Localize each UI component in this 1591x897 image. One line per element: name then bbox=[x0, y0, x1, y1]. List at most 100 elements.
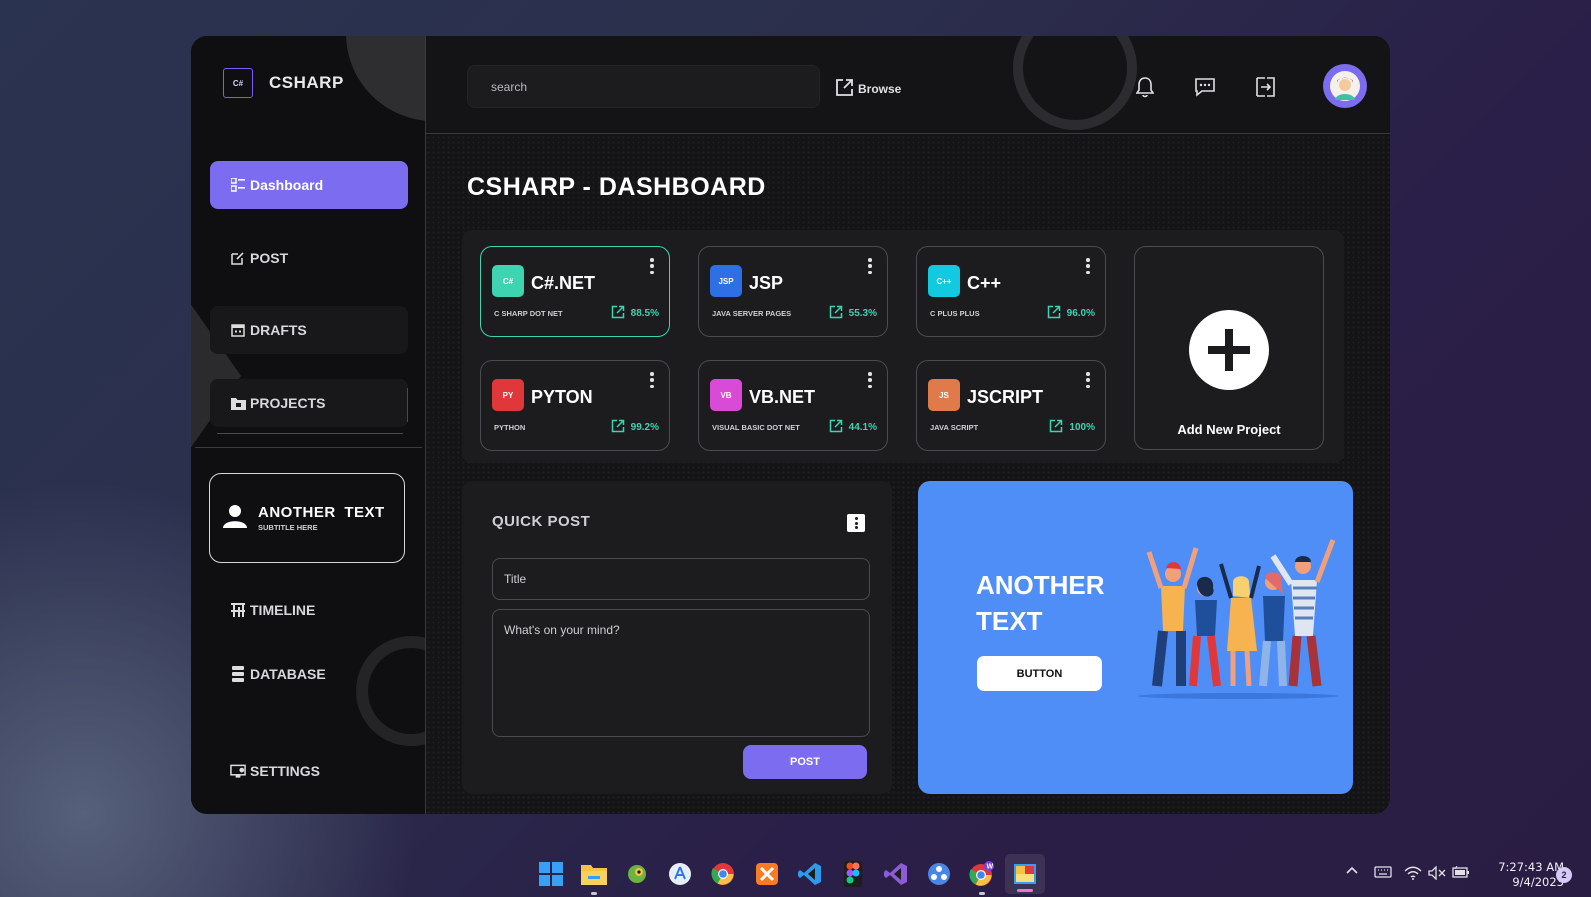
profile-card[interactable]: ANOTHER TEXT SUBTITLE HERE bbox=[209, 473, 405, 563]
project-badge: JS bbox=[928, 379, 960, 411]
figma-icon[interactable] bbox=[839, 860, 867, 888]
promo-title: ANOTHER TEXT bbox=[976, 570, 1105, 636]
more-menu-icon[interactable] bbox=[649, 258, 655, 274]
clock-date: 9/4/2023 bbox=[1512, 875, 1564, 889]
sidebar-item-database[interactable]: DATABASE bbox=[210, 650, 408, 698]
external-link-icon bbox=[1047, 305, 1061, 322]
project-card[interactable]: JS JSCRIPT JAVA SCRIPT 100% bbox=[916, 360, 1106, 451]
progress-value: 96.0% bbox=[1066, 308, 1095, 319]
top-bar: Browse bbox=[426, 36, 1390, 134]
chevron-up-icon[interactable] bbox=[1346, 866, 1358, 874]
plus-icon[interactable] bbox=[1189, 310, 1269, 390]
chrome-profile-icon[interactable]: W bbox=[968, 860, 996, 895]
logo-badge: C# bbox=[223, 68, 253, 98]
app-window: C# CSHARP Dashboard POST DRAFTS PROJECTS… bbox=[191, 36, 1390, 814]
edit-icon bbox=[230, 250, 246, 266]
project-card[interactable]: JSP JSP JAVA SERVER PAGES 55.3% bbox=[698, 246, 888, 337]
image-viewer-icon[interactable] bbox=[1005, 854, 1045, 894]
taskbar: W 7:27:43 AM 9/4/2023 2 bbox=[0, 851, 1591, 897]
sidebar-item-drafts[interactable]: DRAFTS bbox=[210, 306, 408, 354]
chat-icon[interactable] bbox=[1193, 75, 1217, 99]
xampp-icon[interactable] bbox=[753, 860, 781, 888]
profile-title: ANOTHER TEXT bbox=[258, 504, 385, 521]
project-badge: C++ bbox=[928, 265, 960, 297]
project-progress: 99.2% bbox=[611, 419, 659, 436]
sidebar-item-timeline[interactable]: TIMELINE bbox=[210, 586, 408, 634]
file-explorer-icon[interactable] bbox=[580, 860, 608, 895]
project-badge: JSP bbox=[710, 265, 742, 297]
project-desc: JAVA SCRIPT bbox=[930, 423, 979, 432]
sidebar-item-post[interactable]: POST bbox=[210, 234, 408, 282]
promo-banner: ANOTHER TEXT BUTTON bbox=[918, 481, 1353, 794]
project-name: JSP bbox=[749, 273, 784, 293]
folder-icon bbox=[230, 395, 246, 411]
project-name: C++ bbox=[967, 273, 1002, 293]
project-desc: JAVA SERVER PAGES bbox=[712, 309, 792, 318]
chrome-icon[interactable] bbox=[709, 860, 737, 888]
network-app-icon[interactable] bbox=[925, 860, 953, 888]
add-project-card[interactable]: Add New Project bbox=[1134, 246, 1324, 450]
more-menu-icon[interactable] bbox=[847, 514, 865, 532]
project-progress: 44.1% bbox=[829, 419, 877, 436]
vscode-icon[interactable] bbox=[796, 860, 824, 888]
sidebar-item-projects[interactable]: PROJECTS bbox=[210, 379, 408, 427]
bell-icon[interactable] bbox=[1133, 75, 1157, 99]
project-card[interactable]: PY PYTON PYTHON 99.2% bbox=[480, 360, 670, 451]
project-name: PYTON bbox=[531, 387, 593, 407]
project-name: VB.NET bbox=[749, 387, 816, 407]
avatar[interactable] bbox=[1323, 64, 1367, 108]
main-content: CSHARP - DASHBOARD C# C#.NET C SHARP DOT… bbox=[426, 135, 1390, 814]
search-box[interactable] bbox=[467, 65, 820, 108]
search-input[interactable] bbox=[468, 66, 819, 107]
battery-icon[interactable] bbox=[1452, 866, 1470, 878]
sidebar-item-label: DATABASE bbox=[250, 666, 326, 682]
sidebar: C# CSHARP Dashboard POST DRAFTS PROJECTS… bbox=[191, 36, 426, 814]
promo-button[interactable]: BUTTON bbox=[977, 656, 1102, 691]
app-logo[interactable]: C# CSHARP bbox=[223, 68, 344, 98]
progress-value: 88.5% bbox=[630, 308, 659, 319]
sidebar-item-label: Dashboard bbox=[250, 177, 324, 193]
project-badge: C# bbox=[492, 265, 524, 297]
volume-muted-icon[interactable] bbox=[1428, 866, 1446, 880]
wifi-icon[interactable] bbox=[1404, 866, 1422, 880]
project-card[interactable]: C# C#.NET C SHARP DOT NET 88.5% bbox=[480, 246, 670, 337]
sidebar-item-settings[interactable]: SETTINGS bbox=[210, 747, 408, 795]
more-menu-icon[interactable] bbox=[867, 372, 873, 388]
post-button[interactable]: POST bbox=[743, 745, 867, 779]
more-menu-icon[interactable] bbox=[1085, 258, 1091, 274]
notification-badge[interactable]: 2 bbox=[1556, 867, 1572, 883]
project-desc: C PLUS PLUS bbox=[930, 309, 980, 318]
project-desc: C SHARP DOT NET bbox=[494, 309, 563, 318]
app-store-icon[interactable] bbox=[666, 860, 694, 888]
more-menu-icon[interactable] bbox=[867, 258, 873, 274]
keyboard-icon[interactable] bbox=[1374, 866, 1392, 878]
external-link-icon bbox=[1049, 419, 1063, 436]
sidebar-item-label: POST bbox=[250, 250, 289, 266]
logout-icon[interactable] bbox=[1253, 75, 1277, 99]
project-card[interactable]: VB VB.NET VISUAL BASIC DOT NET 44.1% bbox=[698, 360, 888, 451]
active-indicator bbox=[1017, 889, 1033, 892]
project-badge: PY bbox=[492, 379, 524, 411]
external-link-icon bbox=[835, 78, 854, 100]
running-indicator bbox=[591, 892, 597, 895]
post-body-textarea[interactable] bbox=[492, 609, 870, 737]
project-progress: 100% bbox=[1049, 419, 1095, 436]
project-card[interactable]: C++ C++ C PLUS PLUS 96.0% bbox=[916, 246, 1106, 337]
project-progress: 88.5% bbox=[611, 305, 659, 322]
chameleon-app-icon[interactable] bbox=[623, 860, 651, 888]
decorative-circle bbox=[346, 36, 425, 121]
more-menu-icon[interactable] bbox=[649, 372, 655, 388]
more-menu-icon[interactable] bbox=[1085, 372, 1091, 388]
dashboard-icon bbox=[230, 177, 246, 193]
profile-subtitle: SUBTITLE HERE bbox=[258, 523, 318, 532]
sidebar-item-dashboard[interactable]: Dashboard bbox=[210, 161, 408, 209]
sidebar-item-label: PROJECTS bbox=[250, 395, 326, 411]
quick-post-panel: QUICK POST POST bbox=[462, 481, 892, 794]
user-icon bbox=[222, 503, 248, 534]
browse-link[interactable]: Browse bbox=[835, 78, 901, 100]
system-clock[interactable]: 7:27:43 AM 9/4/2023 bbox=[1478, 860, 1564, 890]
visual-studio-icon[interactable] bbox=[882, 860, 910, 888]
windows-start-icon[interactable] bbox=[537, 860, 565, 888]
post-title-input[interactable] bbox=[492, 558, 870, 600]
sidebar-divider bbox=[195, 447, 422, 448]
